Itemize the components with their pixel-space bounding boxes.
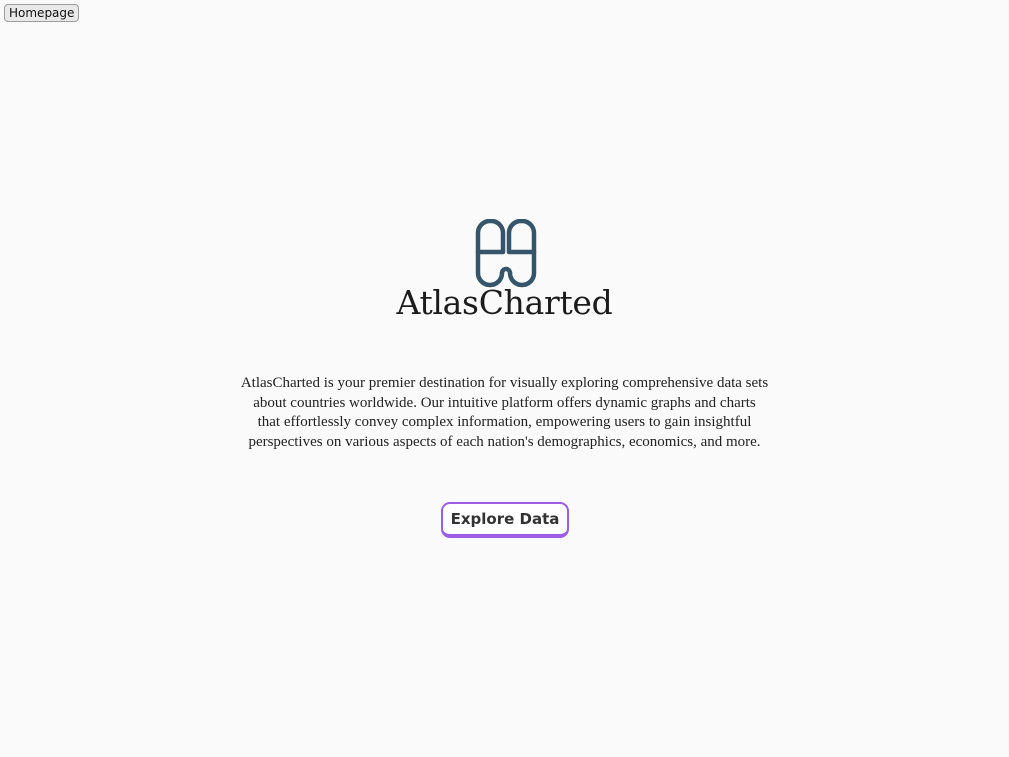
explore-data-button[interactable]: Explore Data (441, 502, 569, 538)
intro-description: AtlasCharted is your premier destination… (220, 374, 789, 452)
description-line: AtlasCharted is your premier destination… (240, 375, 769, 391)
brand-title: AtlasCharted (396, 283, 613, 322)
homepage-button[interactable]: Homepage (4, 4, 80, 22)
description-line: perspectives on various aspects of each … (248, 433, 761, 450)
description-line: about countries worldwide. Our intuitive… (253, 394, 756, 411)
description-line: that effortlessly convey complex informa… (257, 414, 752, 431)
atlas-logo-icon (475, 219, 537, 288)
